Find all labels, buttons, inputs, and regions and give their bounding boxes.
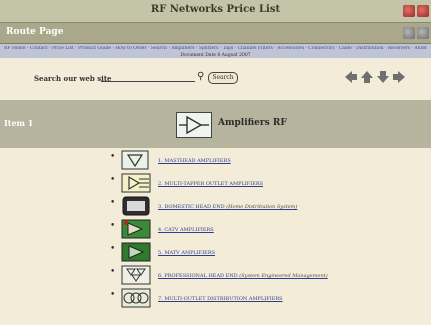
route-page-bar: Route Page <box>0 23 431 44</box>
section-header: Item 1 Amplifiers RF <box>0 100 431 148</box>
list-item: • 1. MASTHEAD AMPLIFIERS <box>110 150 410 172</box>
matv-amp-icon <box>120 242 154 262</box>
bullet: • <box>110 221 116 231</box>
bullet: • <box>110 198 116 208</box>
up-arrow-icon[interactable] <box>377 71 389 83</box>
list-item: • 3. DOMESTIC HEAD END (Home Distributio… <box>110 196 410 218</box>
list-item: • 7. MULTI-OUTLET DISTRIBUTION AMPLIFIER… <box>110 288 410 310</box>
search-button[interactable]: Search <box>208 72 238 84</box>
search-row: Search our web site ⚲ Search <box>0 64 431 90</box>
list-item: • 4. CATV AMPLIFIERS <box>110 219 410 241</box>
list-item: • 6. PROFESSIONAL HEAD END (System Engin… <box>110 265 410 287</box>
back-gray-icon[interactable] <box>403 27 415 39</box>
search-input[interactable] <box>101 75 195 82</box>
domestic-head-end-icon <box>120 196 154 216</box>
product-link[interactable]: 5. MATV AMPLIFIERS <box>158 250 215 256</box>
multi-outlet-amp-icon <box>120 288 154 308</box>
forward-gray-icon[interactable] <box>417 27 429 39</box>
list-item: • 5. MATV AMPLIFIERS <box>110 242 410 264</box>
site-link-bar: RF Home · Contact · Price List · Product… <box>0 44 431 58</box>
search-label: Search our web site <box>34 74 112 83</box>
home-arrow-icon[interactable] <box>361 71 373 83</box>
section-title: Amplifiers RF <box>218 118 287 128</box>
magnifier-icon: ⚲ <box>197 71 205 82</box>
back-red-icon[interactable] <box>403 5 415 17</box>
page-title: RF Networks Price List <box>150 4 281 15</box>
catv-amp-icon <box>120 219 154 239</box>
professional-head-end-icon <box>120 265 154 285</box>
section-label: Item 1 <box>4 118 34 128</box>
product-link[interactable]: 4. CATV AMPLIFIERS <box>158 227 214 233</box>
site-links[interactable]: RF Home · Contact · Price List · Product… <box>4 46 427 51</box>
multi-tapper-amp-icon <box>120 173 154 193</box>
list-item: • 2. MULTI-TAPPER OUTLET AMPLIFIERS <box>110 173 410 195</box>
amplifier-icon <box>176 112 212 138</box>
bullet: • <box>110 152 116 162</box>
product-list: • 1. MASTHEAD AMPLIFIERS • 2. MULTI-TAPP… <box>0 150 431 325</box>
product-link[interactable]: 7. MULTI-OUTLET DISTRIBUTION AMPLIFIERS <box>158 296 283 302</box>
bullet: • <box>110 175 116 185</box>
product-link[interactable]: 3. DOMESTIC HEAD END (Home Distribution … <box>158 204 297 210</box>
product-link[interactable]: 2. MULTI-TAPPER OUTLET AMPLIFIERS <box>158 181 263 187</box>
bullet: • <box>110 244 116 254</box>
bullet: • <box>110 290 116 300</box>
title-bar: RF Networks Price List <box>0 0 431 23</box>
bullet: • <box>110 267 116 277</box>
forward-arrow-icon[interactable] <box>393 71 405 83</box>
forward-red-icon[interactable] <box>417 5 429 17</box>
masthead-amp-icon <box>120 150 154 170</box>
route-page-label: Route Page <box>6 27 64 37</box>
product-link[interactable]: 1. MASTHEAD AMPLIFIERS <box>158 158 231 164</box>
updated-date: Document Date 8 August 2007 <box>180 53 251 58</box>
product-link[interactable]: 6. PROFESSIONAL HEAD END (System Enginee… <box>158 273 328 279</box>
back-arrow-icon[interactable] <box>345 71 357 83</box>
